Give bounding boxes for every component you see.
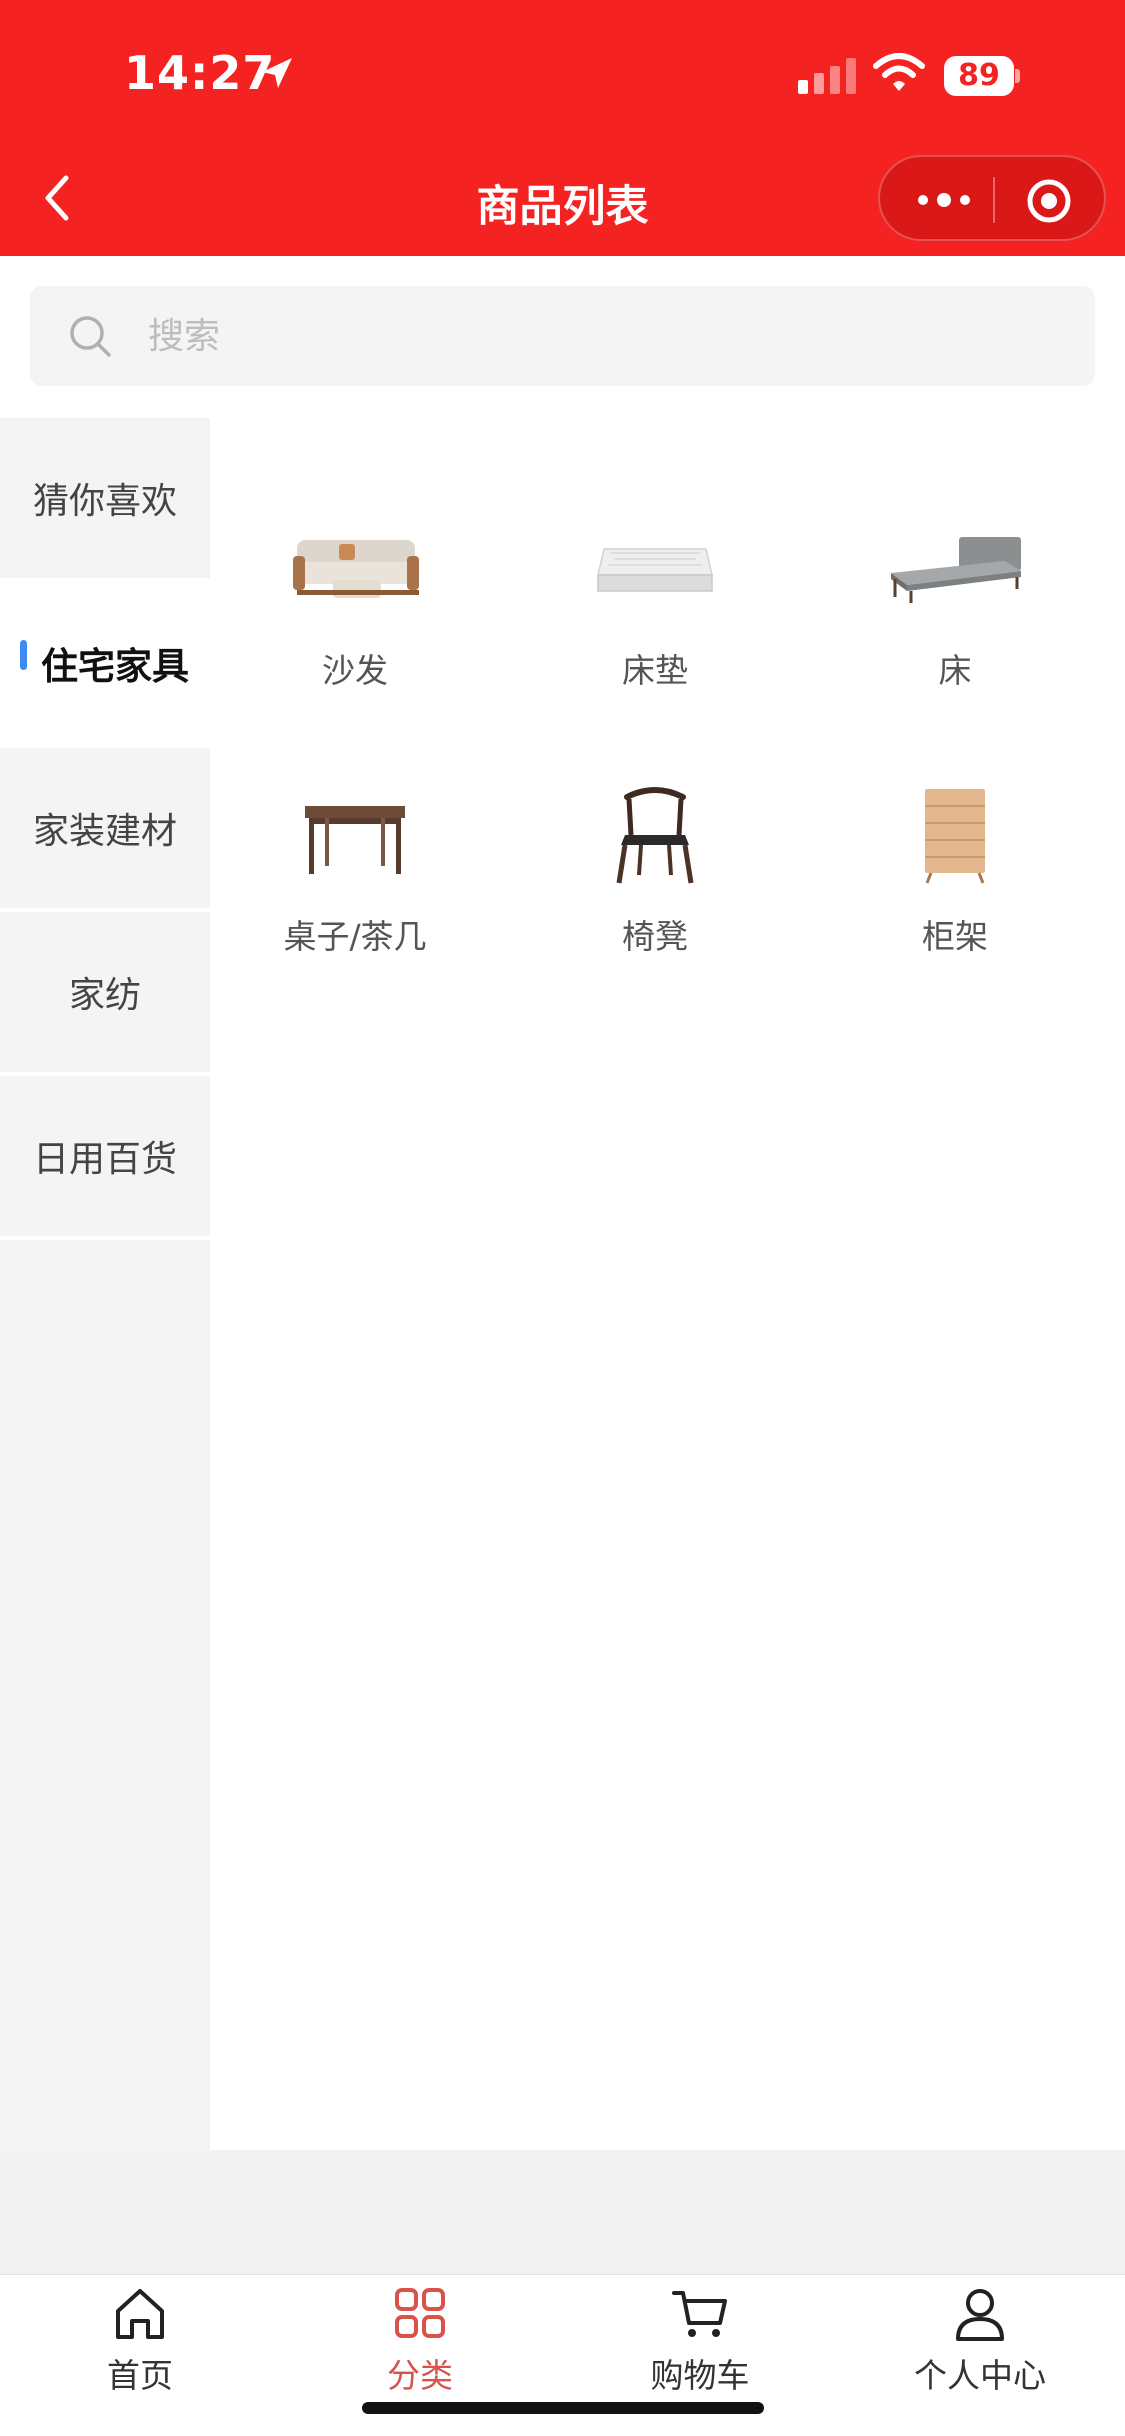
product-label: 柜架 [922, 917, 988, 956]
bottom-spacer [0, 2150, 1125, 2274]
mattress-icon [580, 508, 730, 628]
product-item-bed[interactable]: 床 [810, 508, 1100, 748]
category-item-daily-goods[interactable]: 日用百货 [0, 1076, 210, 1236]
search-bar[interactable] [30, 286, 1095, 386]
search-input[interactable] [148, 304, 1048, 368]
product-label: 桌子/茶几 [283, 917, 427, 956]
category-label: 住宅家具 [41, 645, 189, 688]
chair-icon [580, 774, 730, 894]
product-item-chair[interactable]: 椅凳 [510, 774, 800, 1014]
sofa-icon [280, 508, 430, 628]
tab-label: 首页 [107, 2356, 173, 2395]
bed-icon [880, 508, 1030, 628]
search-icon [70, 316, 111, 357]
status-bar: 14:27 89 [0, 0, 1125, 150]
category-item-residential-furniture[interactable]: 住宅家具 [0, 578, 210, 748]
page: 14:27 89 商品列表 搜索 猜你喜欢 住宅家具 家装建材 家纺 日用百货 … [0, 0, 1125, 2436]
battery-level: 89 [944, 56, 1014, 96]
category-item-home-textiles[interactable]: 家纺 [0, 912, 210, 1072]
category-divider [0, 1236, 210, 1240]
product-label: 床垫 [622, 651, 688, 690]
category-item-guess-you-like[interactable]: 猜你喜欢 [0, 418, 210, 578]
product-label: 椅凳 [622, 917, 688, 956]
product-item-mattress[interactable]: 床垫 [510, 508, 800, 748]
tab-profile[interactable]: 个人中心 [880, 2285, 1080, 2405]
header-bar: 14:27 89 商品列表 [0, 0, 1125, 256]
table-icon [280, 774, 430, 894]
home-indicator [362, 2402, 764, 2414]
product-item-table[interactable]: 桌子/茶几 [210, 774, 500, 1014]
active-indicator [20, 640, 27, 670]
search-section [0, 256, 1125, 418]
cabinet-icon [880, 774, 1030, 894]
tab-cart[interactable]: 购物车 [600, 2285, 800, 2405]
home-icon [116, 2289, 164, 2339]
battery-indicator: 89 [944, 56, 1020, 96]
category-label: 家装建材 [32, 811, 177, 852]
product-grid: 沙发 床垫 床 桌子/茶几 椅凳 柜架 [210, 418, 1125, 2150]
close-target-icon[interactable] [1025, 177, 1073, 225]
tab-category[interactable]: 分类 [320, 2285, 520, 2405]
product-label: 沙发 [322, 651, 388, 690]
category-label: 猜你喜欢 [32, 481, 177, 522]
location-arrow-icon [262, 58, 292, 88]
tab-label: 个人中心 [914, 2356, 1046, 2395]
product-item-sofa[interactable]: 沙发 [210, 508, 500, 748]
status-time: 14:27 [124, 46, 276, 100]
more-icon[interactable] [914, 185, 974, 215]
capsule-divider [993, 177, 995, 223]
mini-program-capsule [878, 155, 1106, 241]
battery-nub [1015, 69, 1020, 83]
cellular-signal-icon [798, 58, 856, 94]
category-item-building-materials[interactable]: 家装建材 [0, 748, 210, 908]
cart-icon [672, 2291, 727, 2337]
product-label: 床 [938, 651, 972, 690]
product-item-cabinet[interactable]: 柜架 [810, 774, 1100, 1014]
user-icon [956, 2289, 1004, 2341]
category-label: 家纺 [68, 975, 141, 1016]
nav-bar: 商品列表 [0, 150, 1125, 256]
wifi-icon [873, 53, 925, 91]
tab-label: 购物车 [650, 2356, 750, 2395]
category-label: 日用百货 [32, 1139, 177, 1180]
category-sidebar: 猜你喜欢 住宅家具 家装建材 家纺 日用百货 [0, 418, 210, 2150]
tab-home[interactable]: 首页 [40, 2285, 240, 2405]
tab-label: 分类 [387, 2356, 453, 2395]
category-icon [395, 2288, 445, 2338]
